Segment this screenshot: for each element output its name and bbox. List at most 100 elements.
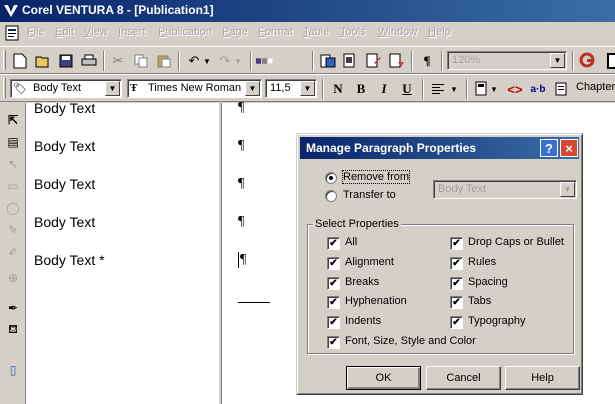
- align-left-icon[interactable]: [428, 79, 448, 99]
- open-icon[interactable]: [33, 51, 53, 71]
- chevron-down-icon[interactable]: ▼: [550, 53, 565, 68]
- spacing-checkbox[interactable]: ✔: [450, 277, 463, 290]
- print-icon[interactable]: [79, 51, 99, 71]
- checkbox-label[interactable]: Alignment: [345, 256, 394, 268]
- export-icon[interactable]: [341, 51, 361, 71]
- import-text-icon[interactable]: [387, 51, 407, 71]
- paragraph-tag-combo[interactable]: 🏷 Body Text ▼: [10, 79, 122, 98]
- chevron-down-icon[interactable]: ▼: [105, 81, 120, 96]
- menu-help[interactable]: Help: [428, 26, 451, 38]
- typography-checkbox[interactable]: ✔: [450, 316, 463, 329]
- pen-tool-icon[interactable]: ✎: [4, 221, 22, 239]
- checkbox-label[interactable]: Drop Caps or Bullet: [468, 236, 564, 248]
- checkbox-label[interactable]: All: [345, 236, 357, 248]
- help-caption-button[interactable]: ?: [540, 139, 558, 157]
- drop-caps-checkbox[interactable]: ✔: [450, 237, 463, 250]
- list-item[interactable]: Body Text: [34, 176, 95, 192]
- checkbox-label[interactable]: Spacing: [468, 276, 508, 288]
- chevron-down-icon[interactable]: ▼: [488, 79, 500, 99]
- chevron-down-icon[interactable]: ▼: [201, 51, 213, 71]
- underline-button[interactable]: U: [397, 79, 417, 99]
- italic-button[interactable]: I: [374, 79, 394, 99]
- menu-insert[interactable]: Insert: [118, 26, 146, 38]
- normal-button[interactable]: N: [328, 79, 348, 99]
- checkbox-label[interactable]: Tabs: [468, 295, 491, 307]
- checkbox-label[interactable]: Hyphenation: [345, 295, 407, 307]
- alignment-checkbox[interactable]: ✔: [327, 257, 340, 270]
- indents-checkbox[interactable]: ✔: [327, 316, 340, 329]
- new-icon[interactable]: [10, 51, 30, 71]
- checkbox-label[interactable]: Rules: [468, 256, 496, 268]
- font-size-style-color-checkbox[interactable]: ✔: [327, 336, 340, 349]
- remove-from-radio[interactable]: [325, 172, 337, 184]
- chevron-down-icon[interactable]: ▼: [560, 182, 575, 197]
- tag-code-icon[interactable]: <>: [505, 79, 525, 99]
- text-attribute-icon[interactable]: a·b: [528, 79, 548, 99]
- ok-button[interactable]: OK: [346, 366, 421, 390]
- all-checkbox[interactable]: ✔: [327, 237, 340, 250]
- pick-tool-icon[interactable]: ⇱: [4, 111, 22, 129]
- menu-edit[interactable]: Edit: [55, 26, 74, 38]
- toolbar-grip[interactable]: [3, 78, 6, 98]
- paste-icon[interactable]: [154, 51, 174, 71]
- chapter-icon[interactable]: [551, 79, 571, 99]
- list-item[interactable]: Body Text: [34, 138, 95, 154]
- frame-tool-icon[interactable]: ▯: [4, 361, 22, 379]
- menu-format[interactable]: Format: [258, 26, 293, 38]
- zoom-tool-icon[interactable]: ⊕: [4, 269, 22, 287]
- font-combo[interactable]: Ŧ Times New Roman ▼: [127, 79, 262, 98]
- rules-checkbox[interactable]: ✔: [450, 257, 463, 270]
- chevron-down-icon[interactable]: ▼: [232, 51, 244, 71]
- pilcrow-icon[interactable]: ¶: [417, 51, 437, 71]
- breaks-checkbox[interactable]: ✔: [327, 277, 340, 290]
- remove-from-label[interactable]: Remove from: [341, 170, 411, 184]
- tabs-checkbox[interactable]: ✔: [450, 296, 463, 309]
- toolbar-grip[interactable]: [3, 50, 6, 70]
- hyphenation-checkbox[interactable]: ✔: [327, 296, 340, 309]
- menu-page[interactable]: Page: [222, 26, 248, 38]
- frame-icon[interactable]: [603, 51, 615, 71]
- checkbox-label[interactable]: Indents: [345, 315, 381, 327]
- list-item[interactable]: Body Text: [34, 100, 95, 116]
- menu-window[interactable]: Window: [378, 26, 417, 38]
- zoom-icon[interactable]: [578, 51, 598, 71]
- document-icon[interactable]: [4, 25, 20, 41]
- transfer-to-label[interactable]: Transfer to: [343, 189, 396, 201]
- copy-format-icon[interactable]: [364, 51, 384, 71]
- chevron-down-icon[interactable]: ▼: [300, 81, 315, 96]
- dialog-title-bar[interactable]: Manage Paragraph Properties ? ×: [300, 137, 579, 159]
- shape-tool-icon[interactable]: ↖: [4, 155, 22, 173]
- fill-tool-icon[interactable]: ⛾: [4, 321, 22, 339]
- menu-publication[interactable]: Publication: [158, 26, 212, 38]
- font-size-combo[interactable]: 11,5 ▼: [265, 79, 317, 98]
- cancel-button[interactable]: Cancel: [426, 366, 501, 390]
- help-button[interactable]: Help: [505, 366, 580, 390]
- rectangle-tool-icon[interactable]: ▭: [4, 177, 22, 195]
- list-item[interactable]: Body Text: [34, 214, 95, 230]
- chevron-down-icon[interactable]: ▼: [245, 81, 260, 96]
- save-icon[interactable]: [56, 51, 76, 71]
- text-tool-icon[interactable]: ▤: [4, 133, 22, 151]
- transfer-to-radio[interactable]: [325, 190, 337, 202]
- checkbox-label[interactable]: Font, Size, Style and Color: [345, 335, 476, 347]
- copy-icon[interactable]: [131, 51, 151, 71]
- close-icon[interactable]: ×: [560, 139, 578, 157]
- cut-icon[interactable]: ✂: [108, 51, 128, 71]
- color-swatch-icon[interactable]: [256, 51, 276, 71]
- outline-tool-icon[interactable]: ✒: [4, 299, 22, 317]
- list-item[interactable]: Body Text *: [34, 252, 105, 268]
- menu-file[interactable]: File: [27, 26, 45, 38]
- transfer-to-select[interactable]: Body Text ▼: [433, 180, 577, 199]
- menu-view[interactable]: View: [84, 26, 108, 38]
- import-icon[interactable]: [318, 51, 338, 71]
- bold-button[interactable]: B: [351, 79, 371, 99]
- ellipse-tool-icon[interactable]: ◯: [4, 199, 22, 217]
- checkbox-label[interactable]: Typography: [468, 315, 525, 327]
- chevron-down-icon[interactable]: ▼: [448, 79, 460, 99]
- menu-tools[interactable]: Tools: [340, 26, 366, 38]
- checkbox-label[interactable]: Breaks: [345, 276, 379, 288]
- chapter-label[interactable]: Chapter: [576, 81, 615, 93]
- zoom-combo[interactable]: 120% ▼: [447, 51, 567, 70]
- tag-tool-icon[interactable]: ✐: [4, 243, 22, 261]
- menu-table[interactable]: Table: [303, 26, 329, 38]
